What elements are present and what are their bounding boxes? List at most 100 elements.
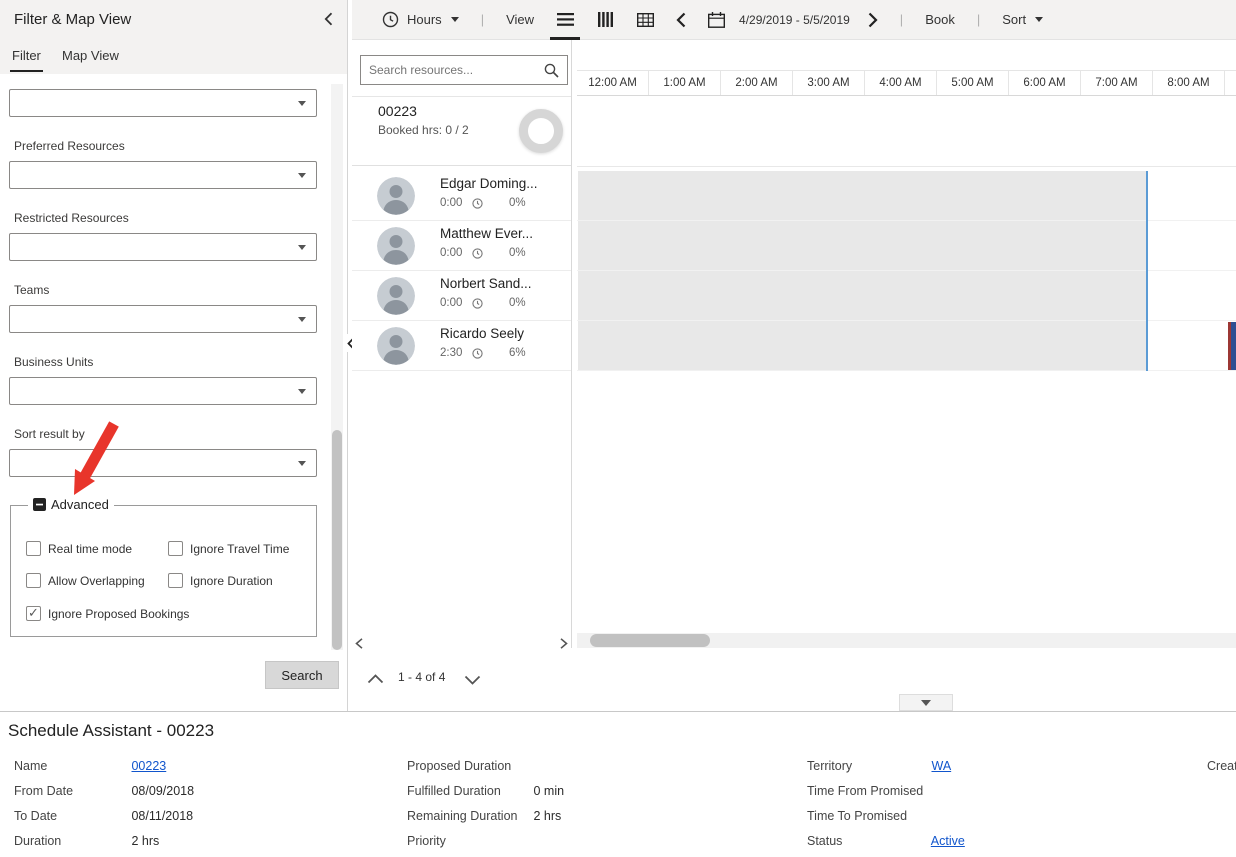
booked-time: 2:30 <box>440 347 472 359</box>
business-units-dropdown[interactable] <box>9 377 317 405</box>
time-header-cell: 2:00 AM <box>721 71 793 95</box>
status-link[interactable]: Active <box>931 834 965 848</box>
grid-row-divider <box>577 370 1236 371</box>
sort-dropdown[interactable]: Sort <box>1002 12 1043 27</box>
detail-label: Time From Promised <box>807 784 928 798</box>
non-working-hours-block <box>578 171 1146 220</box>
collapse-panel-icon[interactable] <box>324 12 340 28</box>
detail-value: 2 hrs <box>131 834 159 848</box>
filter-panel-header: Filter & Map View Filter Map View <box>0 0 347 74</box>
resource-row[interactable]: Matthew Ever... 0:00 0% <box>352 221 572 271</box>
territory-link[interactable]: WA <box>931 759 951 773</box>
non-working-hours-block <box>578 271 1146 320</box>
search-button[interactable]: Search <box>265 661 339 689</box>
detail-label: To Date <box>14 809 128 823</box>
chevron-down-icon <box>298 173 306 178</box>
bottom-panel-expander[interactable] <box>899 694 953 711</box>
detail-row: Duration 2 hrs <box>14 834 159 848</box>
detail-row: Proposed Duration <box>407 759 530 773</box>
view-label: View <box>506 12 534 27</box>
resource-row[interactable]: Edgar Doming... 0:00 0% <box>352 171 572 221</box>
demand-row[interactable]: 00223 Booked hrs: 0 / 2 <box>352 96 572 166</box>
scrollbar-thumb[interactable] <box>590 634 710 647</box>
booking-block[interactable] <box>1228 322 1236 370</box>
pager-next-icon[interactable] <box>464 672 481 690</box>
teams-dropdown[interactable] <box>9 305 317 333</box>
resource-meta: 0:00 0% <box>440 247 526 259</box>
book-button[interactable]: Book <box>925 12 955 27</box>
search-resources-input[interactable] <box>369 60 537 80</box>
booked-percent: 0% <box>509 247 526 259</box>
grid-view-button[interactable] <box>630 0 660 40</box>
restricted-resources-label: Restricted Resources <box>14 211 129 225</box>
hours-label: Hours <box>407 12 442 27</box>
hours-scale-dropdown[interactable]: Hours <box>382 11 459 28</box>
chevron-left-icon <box>676 12 686 28</box>
chevron-down-icon <box>298 461 306 466</box>
collapse-advanced-icon[interactable] <box>33 498 46 511</box>
time-header-cell: 5:00 AM <box>937 71 1009 95</box>
resource-grid-divider <box>571 40 572 648</box>
resource-name: Matthew Ever... <box>440 226 533 241</box>
grid-horizontal-scrollbar[interactable] <box>577 633 1236 648</box>
resource-row[interactable]: Ricardo Seely 2:30 6% <box>352 321 572 371</box>
detail-label: Create <box>1207 759 1236 773</box>
timeline-view-button[interactable] <box>590 0 620 40</box>
tab-filter[interactable]: Filter <box>10 48 43 72</box>
schedule-toolbar: Hours | View 4/29/2019 - 5/5/2019 <box>352 0 1236 40</box>
checkbox-row-ignore-travel-time: Ignore Travel Time <box>168 541 289 556</box>
name-link[interactable]: 00223 <box>131 759 166 773</box>
timeline-view-icon <box>598 12 613 27</box>
preferred-resources-dropdown[interactable] <box>9 161 317 189</box>
sort-label: Sort <box>1002 12 1026 27</box>
list-view-button[interactable] <box>550 0 580 40</box>
advanced-legend: Advanced <box>28 497 114 512</box>
calendar-picker-button[interactable] <box>708 12 725 28</box>
resource-name: Edgar Doming... <box>440 176 538 191</box>
scrollbar-thumb[interactable] <box>332 430 342 650</box>
pager-previous-icon[interactable] <box>367 671 384 689</box>
list-view-icon <box>557 13 574 26</box>
ignore-proposed-bookings-checkbox[interactable] <box>26 606 41 621</box>
detail-row: Fulfilled Duration 0 min <box>407 784 564 798</box>
bottom-panel-divider <box>0 711 1236 712</box>
time-header-cell: 4:00 AM <box>865 71 937 95</box>
toolbar-separator: | <box>900 12 903 27</box>
resource-meta: 0:00 0% <box>440 197 526 209</box>
tab-map-view[interactable]: Map View <box>60 48 121 70</box>
search-icon[interactable] <box>544 63 559 83</box>
detail-row: To Date 08/11/2018 <box>14 809 193 823</box>
time-header-cell: 8:00 AM <box>1153 71 1225 95</box>
calendar-icon <box>708 12 725 28</box>
demand-id: 00223 <box>378 103 417 119</box>
filter-dropdown-top[interactable] <box>9 89 317 117</box>
detail-row: Status Active <box>807 834 965 848</box>
avatar <box>377 177 415 215</box>
restricted-resources-dropdown[interactable] <box>9 233 317 261</box>
pager-count: 1 - 4 of 4 <box>398 670 445 684</box>
checkbox-row-real-time-mode: Real time mode <box>26 541 132 556</box>
advanced-legend-label: Advanced <box>51 497 109 512</box>
sort-result-by-dropdown[interactable] <box>9 449 317 477</box>
booked-hours-gauge <box>519 109 563 153</box>
filter-panel-scrollbar[interactable] <box>331 84 343 650</box>
resource-meta: 0:00 0% <box>440 297 526 309</box>
checkbox-row-ignore-duration: Ignore Duration <box>168 573 273 588</box>
allow-overlapping-checkbox[interactable] <box>26 573 41 588</box>
next-period-button[interactable] <box>868 12 878 28</box>
ignore-duration-checkbox[interactable] <box>168 573 183 588</box>
ignore-travel-time-checkbox[interactable] <box>168 541 183 556</box>
scroll-left-icon[interactable] <box>355 636 363 654</box>
resource-row[interactable]: Norbert Sand... 0:00 0% <box>352 271 572 321</box>
chevron-down-icon <box>921 700 931 706</box>
detail-row: Time From Promised <box>807 784 928 798</box>
detail-row: Name 00223 <box>14 759 166 773</box>
booked-percent: 0% <box>509 197 526 209</box>
booked-time: 0:00 <box>440 297 472 309</box>
chevron-down-icon <box>298 317 306 322</box>
scroll-right-icon[interactable] <box>560 636 568 654</box>
real-time-mode-checkbox[interactable] <box>26 541 41 556</box>
chevron-down-icon <box>1035 17 1043 22</box>
previous-period-button[interactable] <box>676 12 686 28</box>
detail-label: Fulfilled Duration <box>407 784 530 798</box>
